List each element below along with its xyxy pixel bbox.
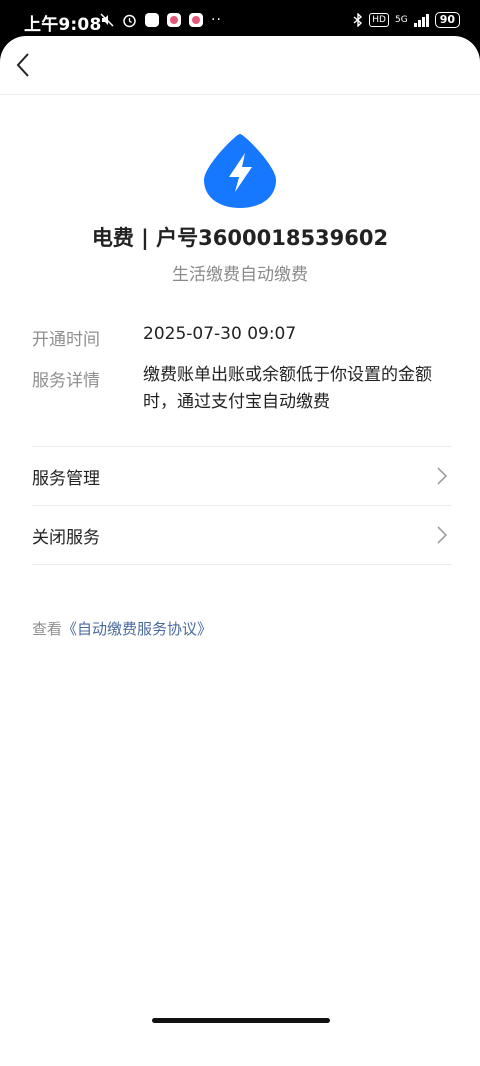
page-subtitle: 生活缴费自动缴费 [172,265,308,285]
chevron-right-icon [437,467,448,485]
alarm-icon [123,14,136,27]
chevron-right-icon [437,526,448,544]
more-notifications-icon: ·· [211,12,222,28]
notification-app-icon [167,13,181,27]
bluetooth-icon [353,13,363,27]
service-manage-label: 服务管理 [32,469,100,489]
agreement-link[interactable]: 《自动缴费服务协议》 [62,620,212,638]
hd-badge: HD [369,13,389,27]
battery-icon: 90 [434,12,460,28]
agreement-line: 查看《自动缴费服务协议》 [32,618,212,639]
signal-icon [413,13,429,27]
menu-divider [32,564,452,565]
status-left-icons: ·· [100,12,222,28]
home-indicator[interactable] [152,1018,330,1023]
status-time: 上午9:08 [24,15,102,35]
back-icon[interactable] [12,50,38,80]
service-detail-label: 服务详情 [32,371,100,391]
notification-app-icon [145,13,159,27]
top-bar [0,36,480,95]
mute-icon [100,13,114,27]
open-time-label: 开通时间 [32,330,100,350]
agreement-prefix: 查看 [32,620,63,638]
close-service-item[interactable]: 关闭服务 [32,505,452,564]
page-title: 电费 | 户号3600018539602 [91,226,389,250]
app-screen: 电费 | 户号3600018539602 生活缴费自动缴费 开通时间 2025-… [0,36,480,1066]
close-service-label: 关闭服务 [32,528,100,548]
status-right-icons: HD 5G 90 [353,12,460,28]
service-detail-value: 缴费账单出账或余额低于你设置的金额时，通过支付宝自动缴费 [143,365,432,412]
network-label: 5G [394,15,408,25]
electricity-logo-icon [204,134,276,208]
notification-app-icon [189,13,203,27]
service-manage-item[interactable]: 服务管理 [32,446,452,505]
open-time-value: 2025-07-30 09:07 [143,324,297,344]
